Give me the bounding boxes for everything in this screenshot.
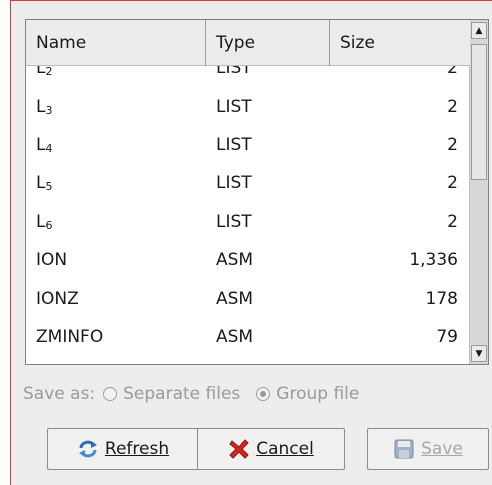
save-as-label: Save as: xyxy=(23,384,96,404)
column-header-size[interactable]: Size xyxy=(330,20,470,66)
table-row[interactable]: IONZ ASM 178 xyxy=(26,279,470,317)
refresh-button-label: Refresh xyxy=(104,439,170,459)
radio-group-file[interactable]: Group file xyxy=(248,384,359,404)
cancel-button[interactable]: Cancel xyxy=(197,428,345,470)
row-size: 2 xyxy=(447,211,458,232)
arrow-up-icon[interactable]: ▲ xyxy=(471,22,487,39)
refresh-button[interactable]: Refresh xyxy=(47,428,199,470)
row-name: L6 xyxy=(36,211,53,232)
radio-separate-files[interactable]: Separate files xyxy=(95,384,240,404)
cancel-button-label: Cancel xyxy=(256,439,314,459)
row-name: ION xyxy=(36,250,68,271)
table-row[interactable]: L6 LIST 2 xyxy=(26,203,470,241)
list-header: Name Type Size xyxy=(26,20,470,66)
save-button-label: Save xyxy=(421,439,463,459)
row-size: 79 xyxy=(436,326,458,347)
radio-group-file-label: Group file xyxy=(276,384,360,404)
radio-separate-files-label: Separate files xyxy=(123,384,241,404)
row-size: 2 xyxy=(447,173,458,194)
scrollbar-thumb[interactable] xyxy=(471,44,487,180)
column-header-name[interactable]: Name xyxy=(26,20,206,66)
row-type: LIST xyxy=(216,134,252,155)
row-name: L4 xyxy=(36,134,53,155)
row-type: ASM xyxy=(216,250,254,271)
row-type: LIST xyxy=(216,211,252,232)
row-name: L5 xyxy=(36,173,53,194)
column-header-type[interactable]: Type xyxy=(206,20,330,66)
send-dialog: Name Type Size L2 LIST 2 L3 LIST 2 L4 LI… xyxy=(10,0,492,485)
row-name: L3 xyxy=(36,96,53,117)
row-type: ASM xyxy=(216,288,254,309)
save-as-row: Save as: Separate files Group file xyxy=(23,381,483,407)
table-row[interactable]: ION ASM 1,336 xyxy=(26,241,470,279)
row-size: 178 xyxy=(425,288,458,309)
table-row[interactable]: L5 LIST 2 xyxy=(26,164,470,202)
row-size: 2 xyxy=(447,96,458,117)
row-size: 1,336 xyxy=(409,250,458,271)
file-list[interactable]: Name Type Size L2 LIST 2 L3 LIST 2 L4 LI… xyxy=(25,19,489,365)
row-name: ZMINFO xyxy=(36,326,104,347)
table-row[interactable]: ZMINFO ASM 79 xyxy=(26,318,470,356)
vertical-scrollbar[interactable]: ▲ ▼ xyxy=(469,20,488,364)
radio-button-icon[interactable] xyxy=(103,387,118,401)
row-name: IONZ xyxy=(36,288,79,309)
table-row[interactable]: L4 LIST 2 xyxy=(26,126,470,164)
save-button[interactable]: Save xyxy=(367,428,489,470)
row-type: LIST xyxy=(216,173,252,194)
row-type: ASM xyxy=(216,326,254,347)
row-size: 2 xyxy=(447,134,458,155)
floppy-disk-icon xyxy=(393,438,415,460)
radio-button-selected-icon[interactable] xyxy=(256,387,271,401)
row-type: LIST xyxy=(216,96,252,117)
table-row[interactable]: L3 LIST 2 xyxy=(26,87,470,125)
list-rows: L2 LIST 2 L3 LIST 2 L4 LIST 2 L5 LIST 2 … xyxy=(26,49,470,356)
refresh-arrows-icon xyxy=(77,439,99,459)
arrow-down-icon[interactable]: ▼ xyxy=(471,345,487,362)
red-x-icon xyxy=(228,438,250,460)
